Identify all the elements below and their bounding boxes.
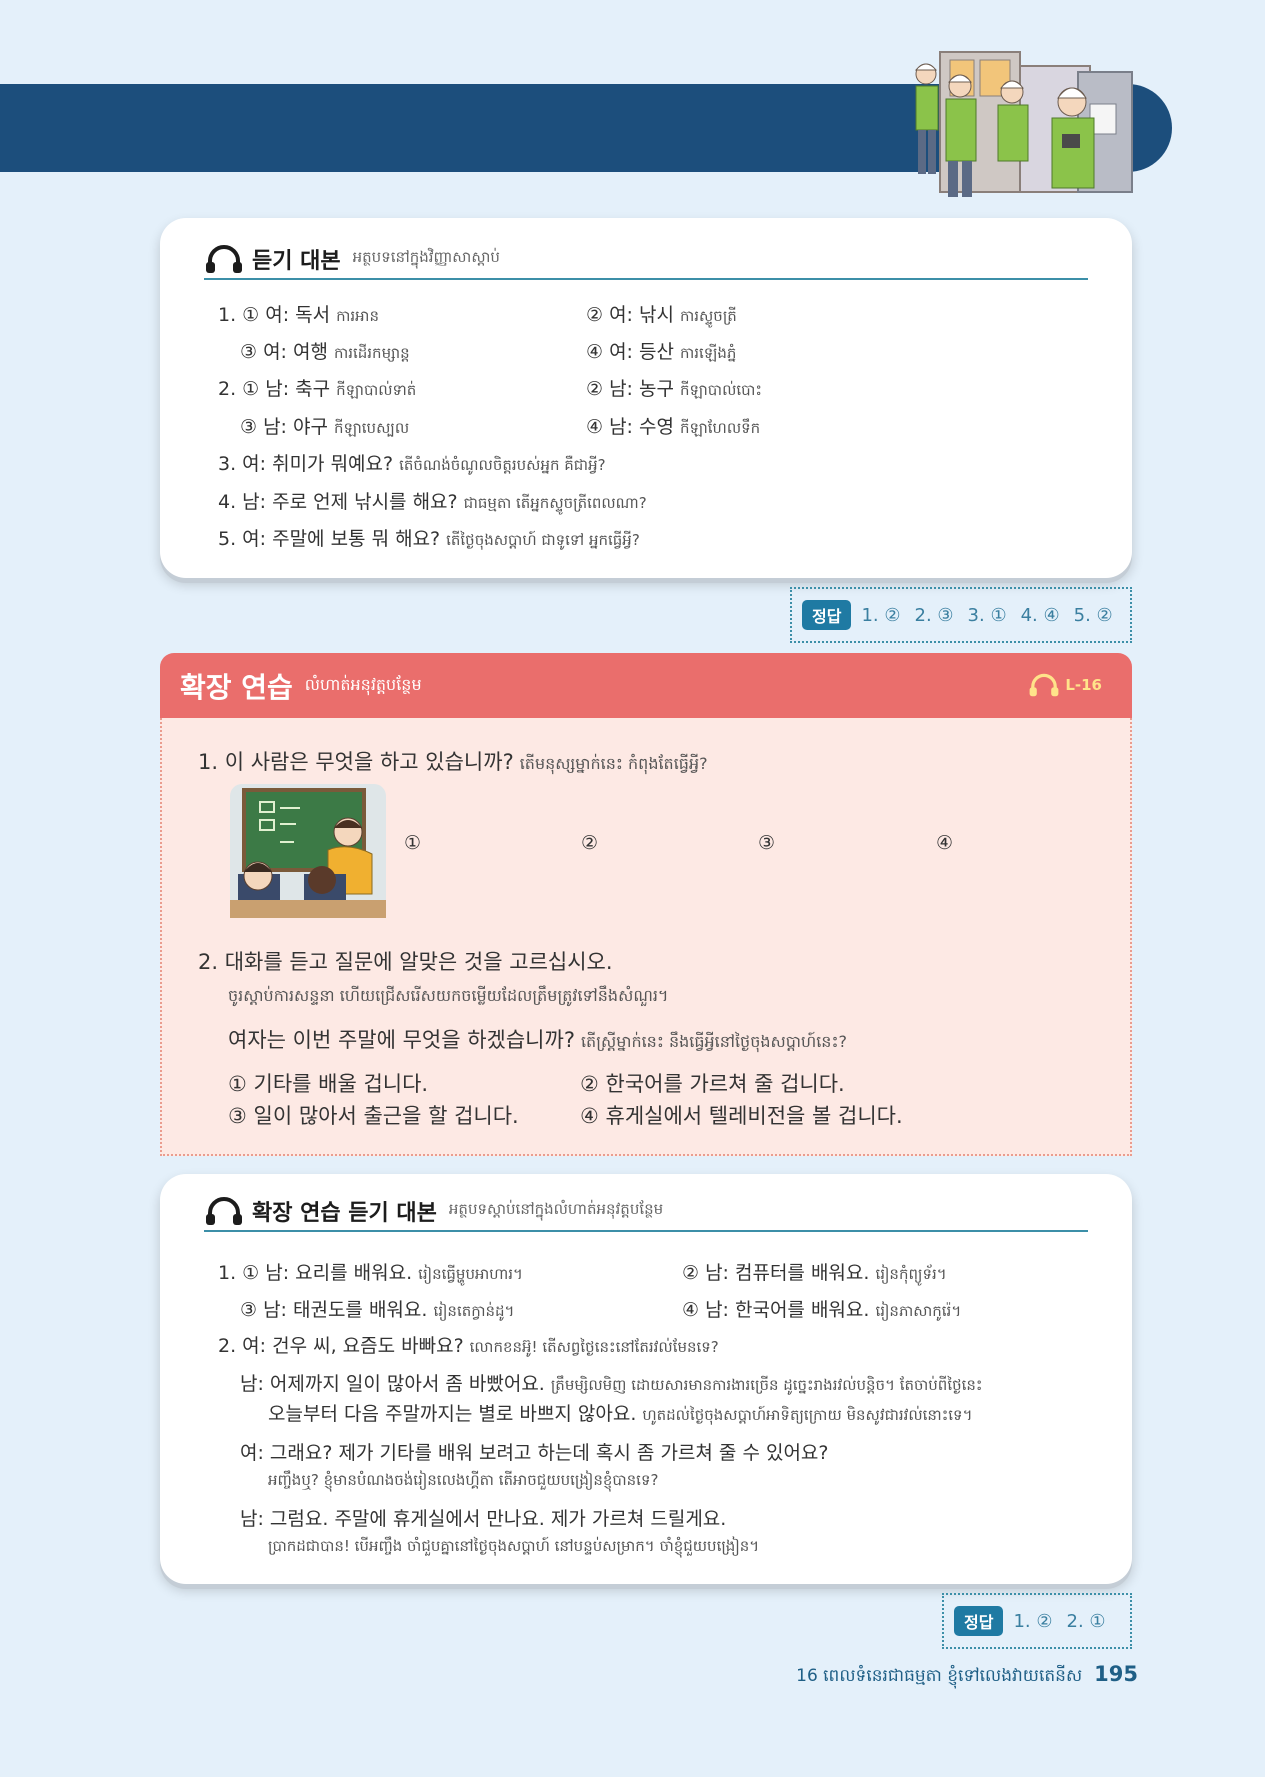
extension-title: 확장 연습 (180, 670, 293, 704)
script-line: 2. 여: 건우 씨, 요즘도 바빠요? លោកខនអ៊ូ! តើសព្វថ្ងៃ… (218, 1335, 719, 1357)
answer-item: 2. ① (1066, 1610, 1106, 1632)
question-2: 2. 대화를 듣고 질문에 알맞은 것을 고르십시오. (198, 950, 613, 974)
extension-script-header: 확장 연습 듣기 대본 អត្ថបទស្ដាប់នៅក្នុងលំហាត់អនុ… (204, 1192, 1088, 1232)
question-2-instruction: ចូរស្ដាប់ការសន្ទនា ហើយជ្រើសរើសយកចម្លើយដែ… (228, 986, 669, 1005)
script-line: ② 남: 컴퓨터를 배워요. រៀនកុំព្យូទ័រ។ (682, 1262, 947, 1284)
audio-track-label[interactable]: L-16 (1027, 673, 1102, 697)
extension-script-card: 확장 연습 듣기 대본 អត្ថបទស្ដាប់នៅក្នុងលំហាត់អនុ… (160, 1174, 1132, 1584)
script-line: 2. ① 남: 축구 កីឡាបាល់ទាត់ (218, 378, 417, 400)
headphones-icon (1029, 673, 1059, 697)
listening-script-subtitle: អត្ថបទនៅក្នុងវិញ្ញាសាស្ដាប់ (352, 248, 500, 266)
option-2[interactable]: ② (581, 832, 598, 854)
script-line: ④ 여: 등산 ការឡើងភ្នំ (586, 341, 737, 363)
extension-script-title: 확장 연습 듣기 대본 (252, 1201, 437, 1226)
answer-item: 1. ② (1013, 1610, 1053, 1632)
script-line-khmer: អញ្ចឹងឬ? ខ្ញុំមានបំណងចង់រៀនលេងហ្គីតា តើអ… (268, 1471, 659, 1489)
answer-item: 2. ③ (914, 604, 954, 626)
script-line: ④ 남: 한국어를 배워요. រៀនភាសាកូរ៉េ។ (682, 1299, 962, 1321)
teacher-illustration (230, 784, 386, 918)
headphones-icon (206, 245, 242, 273)
answer-box-1: 정답 1. ② 2. ③ 3. ① 4. ④ 5. ② (790, 587, 1132, 643)
question-2-prompt: 여자는 이번 주말에 무엇을 하겠습니까? តើស្ត្រីម្នាក់នេះ ន… (228, 1028, 847, 1052)
script-line: 오늘부터 다음 주말까지는 별로 바쁘지 않아요. ហូតដល់ថ្ងៃចុងសប… (268, 1403, 973, 1425)
workers-illustration (914, 51, 1133, 197)
script-line: 여: 그래요? 제가 기타를 배워 보려고 하는데 혹시 좀 가르쳐 줄 수 있… (240, 1442, 829, 1464)
audio-track-text: L-16 (1065, 676, 1102, 694)
script-line: 5. 여: 주말에 보통 뭐 해요? តើថ្ងៃចុងសប្ដាហ៍ ជាទូទ… (218, 528, 640, 550)
choice-4[interactable]: ④ 휴게실에서 텔레비전을 볼 겁니다. (580, 1100, 903, 1130)
answer-box-2: 정답 1. ② 2. ① (942, 1593, 1132, 1649)
script-line: ② 남: 농구 កីឡាបាល់បោះ (586, 378, 762, 400)
script-line: 3. 여: 취미가 뭐예요? តើចំណង់ចំណូលចិត្តរបស់អ្នក … (218, 453, 606, 475)
page-footer: 16 ពេលទំនេរជាធម្មតា ខ្ញុំទៅលេងវាយតេនីស 1… (796, 1662, 1138, 1690)
listening-script-card: 듣기 대본 អត្ថបទនៅក្នុងវិញ្ញាសាស្ដាប់ 1. ① 여… (160, 218, 1132, 578)
script-line: 1. ① 남: 요리를 배워요. រៀនធ្វើម្ហូបអាហារ។ (218, 1262, 523, 1284)
chapter-title: 16 ពេលទំនេរជាធម្មតា ខ្ញុំទៅលេងវាយតេនីស (796, 1666, 1083, 1686)
choice-1[interactable]: ① 기타를 배울 겁니다. (228, 1068, 428, 1098)
option-4[interactable]: ④ (936, 832, 953, 854)
answer-item: 4. ④ (1020, 604, 1060, 626)
script-line: 4. 남: 주로 언제 낚시를 해요? ជាធម្មតា តើអ្នកស្ទូចត… (218, 491, 647, 513)
option-3[interactable]: ③ (758, 832, 775, 854)
script-line: ② 여: 낚시 ការស្ទូចត្រី (586, 304, 737, 326)
choice-3[interactable]: ③ 일이 많아서 출근을 할 겁니다. (228, 1100, 519, 1130)
script-line: 1. ① 여: 독서 ការអាន (218, 304, 379, 326)
answer-label: 정답 (802, 600, 852, 630)
listening-script-title: 듣기 대본 (252, 249, 341, 274)
script-line: ③ 남: 태권도를 배워요. រៀនតេក្វាន់ដូ។ (240, 1299, 515, 1321)
extension-subtitle: លំហាត់អនុវត្តបន្ថែម (304, 674, 422, 694)
answer-label: 정답 (954, 1606, 1004, 1636)
extension-body: 1. 이 사람은 무엇을 하고 있습니까? តើមនុស្សម្នាក់នេះ ក… (160, 718, 1132, 1156)
script-line: ④ 남: 수영 កីឡាហែលទឹក (586, 416, 761, 438)
listening-script-header: 듣기 대본 អត្ថបទនៅក្នុងវិញ្ញាសាស្ដាប់ (204, 240, 1088, 280)
answer-item: 3. ① (967, 604, 1007, 626)
headphones-icon (206, 1197, 242, 1225)
option-1[interactable]: ① (404, 832, 421, 854)
page-number: 195 (1094, 1662, 1138, 1686)
answer-item: 5. ② (1073, 604, 1113, 626)
script-line: ③ 남: 야구 កីឡាបេស្បល (240, 416, 410, 438)
choice-2[interactable]: ② 한국어를 가르쳐 줄 겁니다. (580, 1068, 845, 1098)
script-line: 남: 어제까지 일이 많아서 좀 바빴어요. ត្រឹមម្សិលមិញ ដោយស… (240, 1373, 983, 1395)
extension-script-subtitle: អត្ថបទស្ដាប់នៅក្នុងលំហាត់អនុវត្តបន្ថែម (448, 1200, 664, 1218)
extension-header: 확장 연습 លំហាត់អនុវត្តបន្ថែម L-16 (160, 653, 1132, 718)
script-line: ③ 여: 여행 ការដើរកម្សាន្ដ (240, 341, 410, 363)
question-1: 1. 이 사람은 무엇을 하고 있습니까? តើមនុស្សម្នាក់នេះ ក… (198, 750, 708, 774)
answer-item: 1. ② (861, 604, 901, 626)
script-line-khmer: ប្រាកដជាបាន! បើអញ្ចឹង ចាំជួបគ្នានៅថ្ងៃចុ… (268, 1537, 760, 1555)
script-line: 남: 그럼요. 주말에 휴게실에서 만나요. 제가 가르쳐 드릴게요. (240, 1508, 727, 1530)
